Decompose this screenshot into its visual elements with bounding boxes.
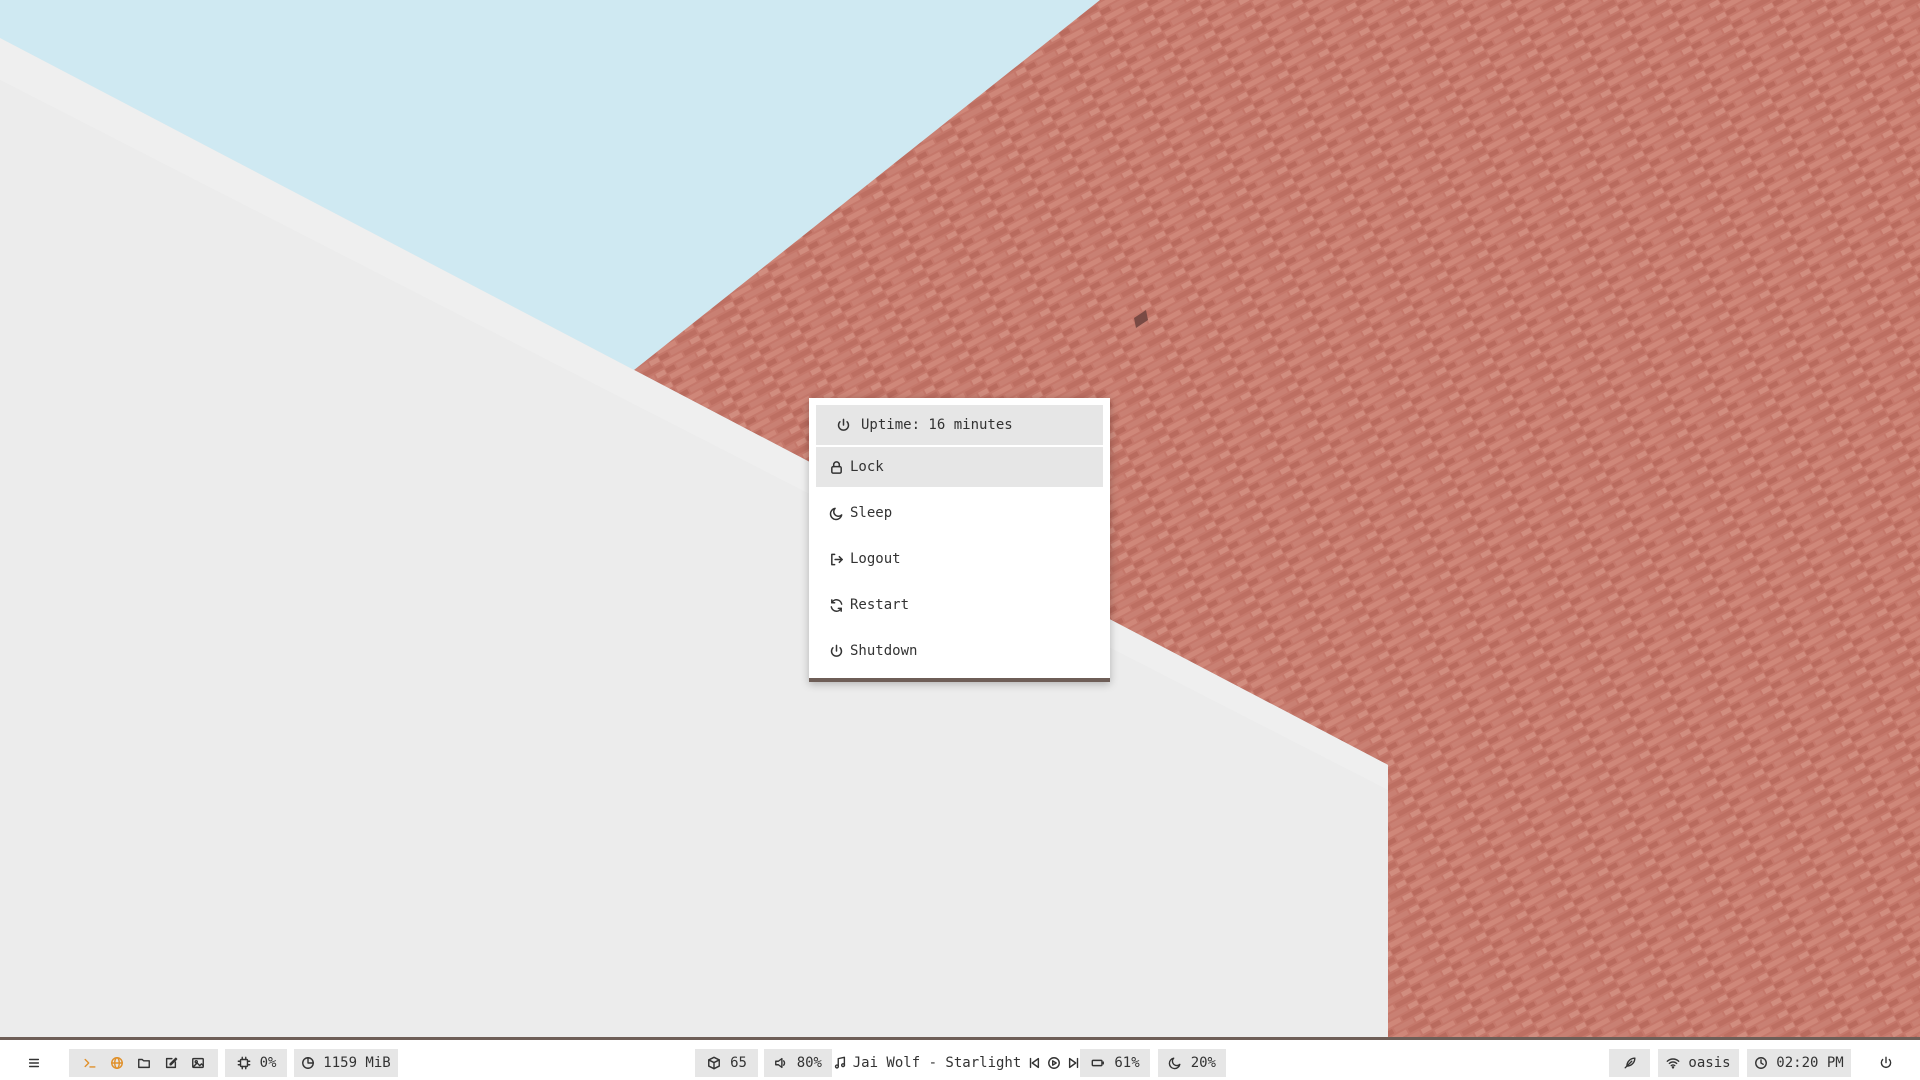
refresh-icon: [828, 597, 844, 613]
menu-item-sleep[interactable]: Sleep: [816, 493, 1103, 533]
network-module[interactable]: oasis: [1658, 1049, 1739, 1077]
night-light-module[interactable]: 20%: [1158, 1049, 1226, 1077]
menu-item-label: Shutdown: [850, 643, 918, 659]
music-note-icon: [833, 1055, 847, 1071]
battery-icon: [1090, 1055, 1106, 1071]
play-pause-icon[interactable]: [1047, 1055, 1061, 1071]
menu-item-lock[interactable]: Lock: [816, 447, 1103, 487]
moon-icon: [828, 505, 844, 521]
volume-icon: [774, 1055, 789, 1071]
cpu-value: 0%: [259, 1055, 277, 1071]
clock-module[interactable]: 02:20 PM: [1747, 1049, 1851, 1077]
volume-module[interactable]: 80%: [764, 1049, 832, 1077]
image-icon[interactable]: [190, 1055, 206, 1071]
memory-icon: [301, 1055, 315, 1071]
packages-module[interactable]: 65: [695, 1049, 758, 1077]
launcher-group: [69, 1049, 218, 1077]
clock-value: 02:20 PM: [1776, 1055, 1844, 1071]
menu-item-label: Restart: [850, 597, 910, 613]
globe-icon[interactable]: [109, 1055, 125, 1071]
menu-item-label: Logout: [850, 551, 901, 567]
uptime-label: Uptime: 16 minutes: [861, 417, 1013, 433]
logout-icon: [828, 551, 844, 567]
battery-module[interactable]: 61%: [1080, 1049, 1150, 1077]
lock-icon: [828, 459, 844, 475]
menu-item-restart[interactable]: Restart: [816, 585, 1103, 625]
power-button[interactable]: [1866, 1049, 1906, 1077]
app-menu-button[interactable]: [18, 1049, 50, 1077]
clock-icon: [1754, 1055, 1768, 1071]
power-menu: Uptime: 16 minutes Lock Sleep Logout Res…: [809, 398, 1110, 682]
menu-item-shutdown[interactable]: Shutdown: [816, 631, 1103, 671]
network-name: oasis: [1688, 1055, 1731, 1071]
edit-icon[interactable]: [163, 1055, 179, 1071]
menu-item-label: Lock: [850, 459, 884, 475]
package-icon: [706, 1055, 722, 1071]
power-icon: [828, 643, 844, 659]
night-light-value: 20%: [1190, 1055, 1216, 1071]
volume-value: 80%: [796, 1055, 822, 1071]
cpu-module[interactable]: 0%: [225, 1049, 287, 1077]
menu-item-label: Sleep: [850, 505, 893, 521]
folder-icon[interactable]: [136, 1055, 152, 1071]
terminal-icon[interactable]: [82, 1055, 98, 1071]
wifi-icon: [1666, 1055, 1680, 1071]
power-icon: [835, 417, 851, 433]
packages-value: 65: [730, 1055, 747, 1071]
media-title: Jai Wolf - Starlight: [852, 1055, 1022, 1071]
media-module: Jai Wolf - Starlight: [834, 1049, 1079, 1077]
cpu-icon: [236, 1055, 252, 1071]
memory-module[interactable]: 1159 MiB: [294, 1049, 398, 1077]
menu-item-logout[interactable]: Logout: [816, 539, 1103, 579]
notifications-button[interactable]: [1609, 1049, 1650, 1077]
uptime-header: Uptime: 16 minutes: [816, 405, 1103, 445]
battery-value: 61%: [1114, 1055, 1140, 1071]
memory-value: 1159 MiB: [323, 1055, 391, 1071]
previous-track-icon[interactable]: [1027, 1055, 1041, 1071]
moon-icon: [1168, 1055, 1183, 1071]
feather-icon: [1622, 1055, 1638, 1071]
taskbar: 0% 1159 MiB 65 80% Jai Wolf - Starlight …: [0, 1037, 1920, 1080]
hamburger-icon: [26, 1055, 42, 1071]
power-icon: [1878, 1055, 1894, 1071]
